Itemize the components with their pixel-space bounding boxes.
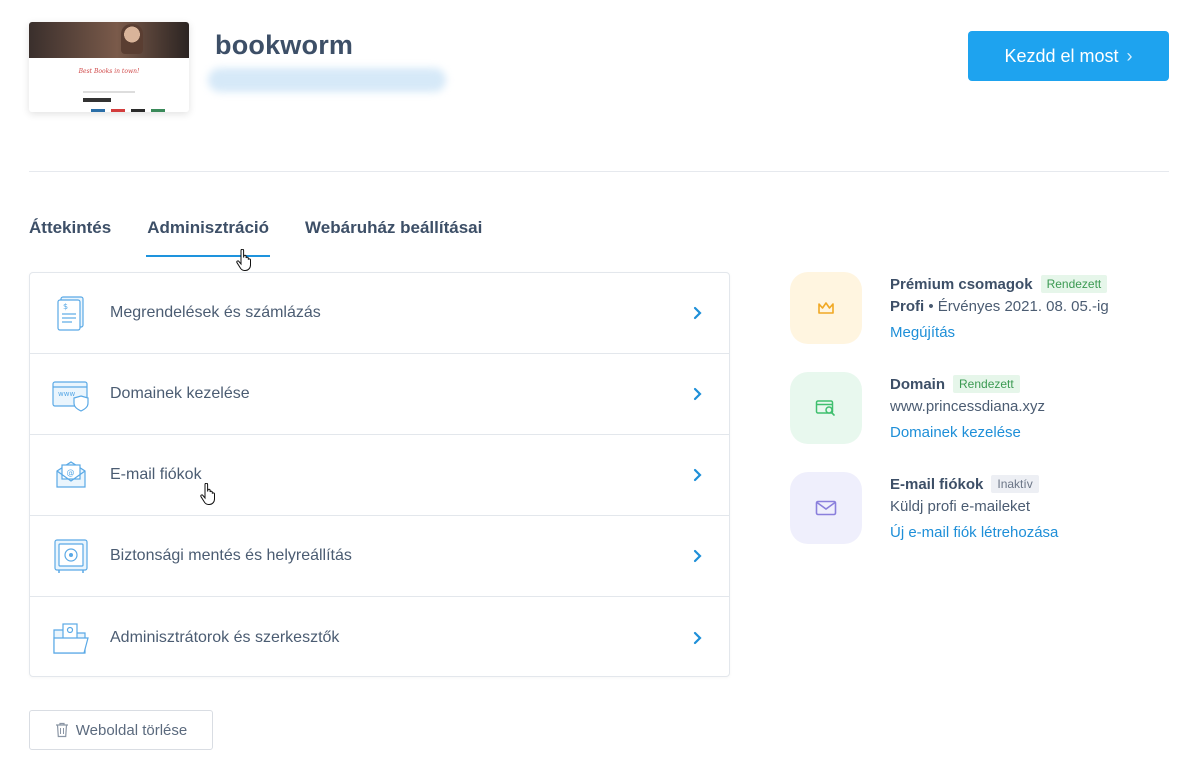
start-now-button[interactable]: Kezdd el most ›	[968, 31, 1169, 81]
header-divider	[29, 171, 1169, 172]
tab-overview[interactable]: Áttekintés	[29, 218, 111, 257]
premium-icon-box	[790, 272, 862, 344]
tab-webshop-settings[interactable]: Webáruház beállításai	[305, 218, 482, 257]
manage-domains-link[interactable]: Domainek kezelése	[890, 424, 1178, 444]
status-badge: Inaktív	[991, 475, 1039, 493]
site-name: bookworm	[215, 30, 354, 60]
menu-item-label: Domainek kezelése	[110, 385, 250, 402]
chevron-right-icon	[693, 549, 702, 563]
hand-cursor-icon	[200, 483, 215, 505]
trash-icon	[55, 722, 68, 738]
delete-website-button[interactable]: Weboldal törlése	[29, 710, 213, 750]
plan-validity: • Érvényes 2021. 08. 05.-ig	[924, 298, 1109, 315]
thumbnail-hero-image	[29, 22, 189, 58]
menu-item-domains[interactable]: www Domainek kezelése	[30, 354, 729, 435]
site-thumbnail[interactable]: Best Books in town!	[29, 22, 189, 112]
status-badge: Rendezett	[953, 375, 1020, 393]
chevron-right-icon	[693, 468, 702, 482]
start-now-label: Kezdd el most	[1004, 45, 1119, 66]
hand-cursor-icon	[236, 249, 251, 271]
create-email-link[interactable]: Új e-mail fiók létrehozása	[890, 524, 1178, 544]
domain-search-icon	[815, 400, 835, 416]
admin-folder-icon	[53, 622, 89, 654]
tab-bar: Áttekintés Adminisztráció Webáruház beál…	[29, 218, 518, 257]
email-title: E-mail fiókok	[890, 475, 984, 493]
menu-item-label: Megrendelések és számlázás	[110, 304, 321, 321]
email-value: Küldj profi e-maileket	[890, 498, 1031, 515]
chevron-right-icon	[693, 306, 702, 320]
status-badge: Rendezett	[1040, 275, 1108, 293]
plan-name: Profi	[890, 298, 925, 315]
mail-icon	[815, 500, 837, 516]
domain-shield-icon: www	[52, 381, 89, 412]
crown-icon	[818, 302, 834, 314]
menu-item-backup-restore[interactable]: Biztonsági mentés és helyreállítás	[30, 516, 729, 597]
thumbnail-headline: Best Books in town!	[78, 68, 140, 75]
menu-item-label: Biztonsági mentés és helyreállítás	[110, 547, 352, 564]
domain-value: www.princessdiana.xyz	[890, 398, 1046, 415]
svg-text:www: www	[58, 390, 75, 398]
email-icon-box	[790, 472, 862, 544]
site-url-blurred	[208, 68, 446, 92]
renew-link[interactable]: Megújítás	[890, 324, 1178, 344]
chevron-right-icon	[693, 631, 702, 644]
menu-item-email-accounts[interactable]: @ E-mail fiókok	[30, 435, 729, 516]
menu-item-label: E-mail fiókok	[110, 466, 202, 483]
menu-item-admins-editors[interactable]: Adminisztrátorok és szerkesztők	[30, 597, 729, 678]
invoice-icon: $	[57, 296, 84, 331]
svg-text:@: @	[67, 468, 75, 477]
premium-title: Prémium csomagok	[890, 275, 1033, 293]
email-envelope-icon: @	[56, 461, 86, 488]
safe-icon	[54, 539, 88, 573]
chevron-right-icon	[693, 387, 702, 401]
menu-item-orders-billing[interactable]: $ Megrendelések és számlázás	[30, 273, 729, 354]
domain-icon-box	[790, 372, 862, 444]
menu-item-label: Adminisztrátorok és szerkesztők	[110, 628, 340, 646]
domain-title: Domain	[890, 375, 946, 393]
admin-menu-panel: $ Megrendelések és számlázás www Domaine…	[29, 272, 730, 677]
delete-website-label: Weboldal törlése	[75, 721, 188, 739]
svg-text:$: $	[63, 302, 68, 311]
chevron-right-icon: ›	[1126, 45, 1133, 66]
